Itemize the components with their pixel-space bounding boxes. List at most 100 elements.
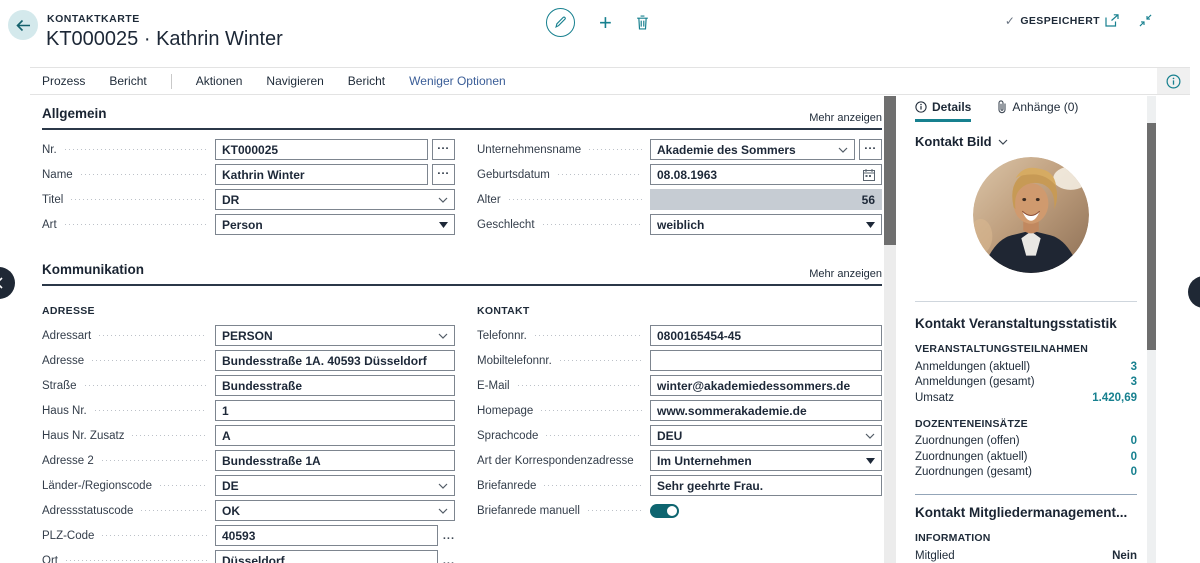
field-label: Adressart: [42, 330, 91, 342]
assist-edit-button[interactable]: ...: [432, 164, 455, 185]
kontakt-column: KONTAKT Telefonnr.0800165454-45Mobiltele…: [477, 293, 882, 563]
field-control: PERSON: [215, 325, 455, 346]
section-title[interactable]: Kommunikation: [42, 262, 144, 277]
field-input[interactable]: Bundesstraße 1A. 40593 Düsseldorf: [215, 350, 455, 371]
field-input[interactable]: DEU: [650, 425, 882, 446]
field-value: winter@akademiedessommers.de: [657, 379, 875, 393]
factbox-card-title[interactable]: Kontakt Veranstaltungsstatistik: [915, 316, 1137, 331]
menu-bericht-2[interactable]: Bericht: [348, 74, 385, 88]
field-input[interactable]: KT000025: [215, 139, 428, 160]
menu-prozess[interactable]: Prozess: [42, 74, 85, 88]
menu-divider: [171, 74, 172, 89]
field-input[interactable]: Person: [215, 214, 455, 235]
next-record-button[interactable]: [1188, 276, 1200, 308]
field-row-adressstatuscode: AdressstatuscodeOK: [42, 498, 455, 523]
menu-navigieren[interactable]: Navigieren: [266, 74, 323, 88]
factbox-card-title[interactable]: Kontakt Mitgliedermanagement...: [915, 505, 1137, 520]
new-button[interactable]: +: [599, 13, 612, 33]
field-input[interactable]: Im Unternehmen: [650, 450, 882, 471]
section-title[interactable]: Allgemein: [42, 106, 107, 121]
field-label: Mobiltelefonnr.: [477, 355, 552, 367]
field-label: Straße: [42, 380, 77, 392]
lookup-ellipsis-button[interactable]: ...: [443, 557, 455, 563]
field-input[interactable]: OK: [215, 500, 455, 521]
contact-card-page: KONTAKTKARTE KT000025 · Kathrin Winter +…: [0, 0, 1200, 563]
dotted-leader: [535, 335, 642, 336]
field-control: Sehr geehrte Frau.: [650, 475, 882, 496]
tab-details[interactable]: Details: [915, 100, 971, 122]
field-label: Nr.: [42, 144, 57, 156]
field-input[interactable]: weiblich: [650, 214, 882, 235]
field-input[interactable]: Sehr geehrte Frau.: [650, 475, 882, 496]
field-input[interactable]: Akademie des Sommers: [650, 139, 855, 160]
assist-edit-button[interactable]: ...: [432, 139, 455, 160]
field-input[interactable]: winter@akademiedessommers.de: [650, 375, 882, 396]
field-input[interactable]: DR: [215, 189, 455, 210]
field-input[interactable]: 1: [215, 400, 455, 421]
dropdown-chevron-icon: [438, 483, 448, 489]
field-value: Sehr geehrte Frau.: [657, 479, 875, 493]
field-control: weiblich: [650, 214, 882, 235]
calendar-icon[interactable]: [863, 169, 875, 181]
toggle-switch[interactable]: [650, 504, 679, 518]
dotted-leader: [160, 485, 207, 486]
record-actions: +: [546, 8, 649, 37]
contact-picture-header[interactable]: Kontakt Bild: [915, 134, 1147, 149]
stat-value: 3: [1131, 361, 1137, 373]
edit-button[interactable]: [546, 8, 575, 37]
field-input[interactable]: 08.08.1963: [650, 164, 882, 185]
dotted-leader: [544, 485, 642, 486]
factbox-scrollbar-thumb[interactable]: [1147, 123, 1156, 350]
lookup-ellipsis-button[interactable]: ...: [443, 532, 455, 540]
stat-label: Zuordnungen (gesamt): [915, 466, 1032, 478]
field-control: 1: [215, 400, 455, 421]
menu-weniger-optionen[interactable]: Weniger Optionen: [409, 74, 506, 88]
field-input[interactable]: 40593: [215, 525, 438, 546]
field-control: winter@akademiedessommers.de: [650, 375, 882, 396]
show-more-link[interactable]: Mehr anzeigen: [809, 268, 882, 280]
previous-record-button[interactable]: [0, 267, 15, 299]
field-row-art-der-korrespondenzadresse: Art der KorrespondenzadresseIm Unternehm…: [477, 448, 882, 473]
field-control: Bundesstraße 1A. 40593 Düsseldorf: [215, 350, 455, 371]
field-row-nr: Nr. KT000025...: [42, 137, 455, 162]
show-more-link[interactable]: Mehr anzeigen: [809, 112, 882, 124]
portrait-image: [973, 157, 1089, 273]
field-input[interactable]: www.sommerakademie.de: [650, 400, 882, 421]
section-header: Allgemein Mehr anzeigen: [42, 105, 882, 130]
field-control: Akademie des Sommers...: [650, 139, 882, 160]
field-control: DEU: [650, 425, 882, 446]
tab-anhaenge[interactable]: Anhänge (0): [997, 100, 1078, 122]
dotted-leader: [132, 435, 207, 436]
field-input[interactable]: [650, 350, 882, 371]
main-scrollbar-thumb[interactable]: [884, 96, 896, 245]
field-value: Düsseldorf: [222, 554, 431, 563]
field-input[interactable]: A: [215, 425, 455, 446]
collapse-page-button[interactable]: [1139, 14, 1152, 27]
dropdown-chevron-icon: [439, 222, 448, 228]
field-input[interactable]: PERSON: [215, 325, 455, 346]
field-label: Briefanrede: [477, 480, 536, 492]
dropdown-chevron-icon: [865, 433, 875, 439]
field-input[interactable]: 0800165454-45: [650, 325, 882, 346]
info-button[interactable]: [1157, 68, 1190, 94]
dotted-leader: [102, 535, 207, 536]
field-input[interactable]: Kathrin Winter: [215, 164, 428, 185]
field-value: Bundesstraße: [222, 379, 448, 393]
field-input[interactable]: Bundesstraße: [215, 375, 455, 396]
back-button[interactable]: [8, 10, 38, 40]
field-label: Haus Nr. Zusatz: [42, 430, 124, 442]
contact-picture-title: Kontakt Bild: [915, 134, 992, 149]
field-control: Im Unternehmen: [650, 450, 882, 471]
menu-aktionen[interactable]: Aktionen: [196, 74, 243, 88]
delete-button[interactable]: [636, 15, 649, 30]
assist-edit-button[interactable]: ...: [859, 139, 882, 160]
field-input[interactable]: Düsseldorf: [215, 550, 438, 563]
open-in-window-button[interactable]: [1105, 14, 1119, 27]
stat-group-heading: INFORMATION: [915, 532, 1137, 544]
field-label: Geburtsdatum: [477, 169, 550, 181]
field-input[interactable]: Bundesstraße 1A: [215, 450, 455, 471]
stat-group-heading: DOZENTENEINSÄTZE: [915, 418, 1137, 430]
field-input[interactable]: DE: [215, 475, 455, 496]
field-control: DE: [215, 475, 455, 496]
menu-bericht-1[interactable]: Bericht: [109, 74, 146, 88]
